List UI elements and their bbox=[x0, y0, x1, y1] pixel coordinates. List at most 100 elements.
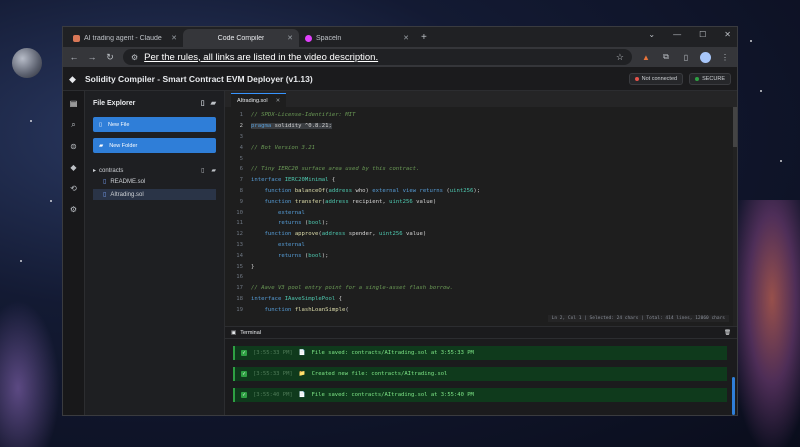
address-bar: ← → ↻ ⚙ Per the rules, all links are lis… bbox=[63, 47, 737, 67]
code-line: 6// Tiny IERC20 surface area used by thi… bbox=[239, 166, 420, 173]
entry-message: Created new file: contracts/AItrading.so… bbox=[311, 371, 448, 377]
background-star bbox=[30, 120, 32, 122]
close-icon[interactable]: ✕ bbox=[171, 34, 177, 42]
file-label: README.sol bbox=[110, 178, 146, 185]
profile-avatar[interactable] bbox=[700, 51, 711, 63]
code-line: 8 function balanceOf(address who) extern… bbox=[239, 187, 481, 194]
new-folder-label: New Folder bbox=[109, 142, 138, 149]
folder-icon: 📁 bbox=[298, 371, 306, 377]
extensions-puzzle-icon[interactable]: ⧉ bbox=[660, 52, 672, 62]
code-line: 4// Bot Version 3.21 bbox=[239, 144, 315, 151]
background-star bbox=[750, 40, 752, 42]
entry-message: File saved: contracts/AItrading.sol at 3… bbox=[311, 392, 474, 398]
app-main: ▤ ⌕ ⊜ ◆ ⟲ ⚙ File Explorer ▯ ▰ ▯ New File… bbox=[63, 91, 737, 415]
url-text[interactable]: Per the rules, all links are listed in t… bbox=[144, 52, 610, 63]
entry-time: [3:55:33 PM] bbox=[253, 350, 293, 356]
trash-icon[interactable]: 🗑 bbox=[724, 330, 731, 336]
new-tab-button[interactable]: + bbox=[421, 29, 427, 47]
new-file-button[interactable]: ▯ New File bbox=[93, 117, 216, 132]
check-icon: ✓ bbox=[241, 350, 247, 356]
file-aitrading[interactable]: ▯ AItrading.sol bbox=[93, 189, 216, 200]
editor-tab-aitrading[interactable]: AItrading.sol ✕ bbox=[231, 93, 287, 107]
tab-label: Spaceln bbox=[316, 34, 342, 42]
maximize-icon[interactable]: ☐ bbox=[699, 30, 706, 39]
code-line: 12 function approve(address spender, uin… bbox=[236, 231, 427, 238]
folder-contracts[interactable]: ▸ contracts ▯ ▰ bbox=[93, 167, 216, 175]
sidepanel-icon[interactable]: ▯ bbox=[680, 53, 692, 62]
menu-kebab-icon[interactable]: ⋮ bbox=[719, 53, 731, 62]
file-icon: ▯ bbox=[103, 179, 107, 185]
terminal-entry: ✓ [3:55:33 PM] 📁 Created new file: contr… bbox=[233, 367, 727, 381]
extension-icon[interactable]: ▲ bbox=[640, 53, 652, 62]
editor-status: Ln 2, Col 1 | Selected: 24 chars | Total… bbox=[547, 315, 729, 322]
minimize-icon[interactable]: — bbox=[673, 30, 681, 39]
explorer-header: File Explorer ▯ ▰ bbox=[93, 99, 216, 108]
activity-bar: ▤ ⌕ ⊜ ◆ ⟲ ⚙ bbox=[63, 91, 85, 415]
entry-time: [3:55:33 PM] bbox=[253, 371, 293, 377]
status-dot-icon bbox=[695, 76, 700, 81]
code-line: 17// Aave V3 pool entry point for a sing… bbox=[236, 285, 454, 292]
secure-status-text: SECURE bbox=[702, 75, 725, 82]
entry-message: File saved: contracts/AItrading.sol at 3… bbox=[311, 350, 474, 356]
new-file-icon[interactable]: ▯ bbox=[201, 167, 204, 174]
files-icon[interactable]: ▤ bbox=[67, 99, 81, 108]
new-folder-icon[interactable]: ▰ bbox=[211, 99, 216, 107]
folder-icon: ▸ bbox=[93, 168, 97, 174]
back-icon[interactable]: ← bbox=[69, 52, 79, 62]
url-bar[interactable]: ⚙ Per the rules, all links are listed in… bbox=[123, 49, 632, 65]
connection-status-badge[interactable]: Not connected bbox=[628, 72, 684, 85]
new-folder-button[interactable]: ▰ New Folder bbox=[93, 138, 216, 153]
code-line: 3 bbox=[239, 133, 243, 140]
browser-tab-claude[interactable]: AI trading agent - Claude ✕ bbox=[67, 29, 183, 47]
code-line: 19 function flashLoanSimple( bbox=[236, 306, 349, 313]
compile-icon[interactable]: ⊜ bbox=[67, 142, 81, 151]
code-editor[interactable]: 1// SPDX-License-Identifier: MIT 2 pragma… bbox=[225, 107, 737, 326]
secure-status-badge: SECURE bbox=[689, 72, 731, 85]
window-controls: ⌄ — ☐ ✕ bbox=[648, 30, 731, 39]
check-icon: ✓ bbox=[241, 392, 247, 398]
search-icon[interactable]: ⌕ bbox=[67, 120, 81, 130]
app-header: ◆ Solidity Compiler - Smart Contract EVM… bbox=[63, 67, 737, 91]
new-file-icon[interactable]: ▯ bbox=[201, 99, 205, 107]
new-file-label: New File bbox=[108, 121, 130, 128]
status-dot-icon bbox=[634, 76, 639, 81]
code-line: 10 external bbox=[236, 209, 305, 216]
entry-time: [3:55:40 PM] bbox=[253, 392, 293, 398]
background-nebula bbox=[0, 300, 60, 447]
close-icon[interactable]: ✕ bbox=[287, 34, 293, 42]
document-icon: 📄 bbox=[298, 350, 306, 356]
new-folder-icon[interactable]: ▰ bbox=[211, 167, 216, 174]
site-info-icon[interactable]: ⚙ bbox=[131, 53, 138, 62]
background-nebula bbox=[730, 200, 800, 447]
file-readme[interactable]: ▯ README.sol bbox=[93, 176, 216, 187]
bookmark-star-icon[interactable]: ☆ bbox=[616, 52, 624, 63]
favicon-icon bbox=[305, 34, 312, 42]
browser-tab-spaceln[interactable]: Spaceln ✕ bbox=[299, 29, 415, 47]
browser-tab-code-compiler[interactable]: Code Compiler ✕ bbox=[183, 29, 299, 47]
code-line: 13 external bbox=[236, 241, 305, 248]
document-icon: 📄 bbox=[298, 392, 306, 398]
ethereum-icon[interactable]: ◆ bbox=[67, 163, 81, 172]
terminal-icon: ▣ bbox=[231, 329, 237, 336]
check-icon: ✓ bbox=[241, 371, 247, 377]
forward-icon[interactable]: → bbox=[87, 52, 97, 62]
code-line: 1// SPDX-License-Identifier: MIT bbox=[239, 112, 356, 119]
reload-icon[interactable]: ↻ bbox=[105, 52, 115, 63]
close-icon[interactable]: ✕ bbox=[403, 34, 409, 42]
code-line: 18 interface IAaveSimplePool { bbox=[236, 295, 342, 302]
terminal-header: ▣ Terminal 🗑 bbox=[225, 327, 737, 339]
settings-gear-icon[interactable]: ⚙ bbox=[67, 205, 81, 214]
close-window-icon[interactable]: ✕ bbox=[724, 30, 731, 39]
background-star bbox=[50, 200, 52, 202]
background-star bbox=[780, 160, 782, 162]
tab-strip: AI trading agent - Claude ✕ Code Compile… bbox=[63, 27, 737, 47]
terminal-scrollbar[interactable] bbox=[732, 377, 735, 415]
code-line: 5 bbox=[239, 155, 243, 162]
app-title: Solidity Compiler - Smart Contract EVM D… bbox=[85, 73, 313, 84]
editor-scrollbar[interactable] bbox=[733, 107, 737, 326]
close-icon[interactable]: ✕ bbox=[276, 98, 281, 104]
app-logo-icon: ◆ bbox=[69, 73, 76, 84]
tab-search-icon[interactable]: ⌄ bbox=[648, 30, 655, 39]
plugin-icon[interactable]: ⟲ bbox=[67, 184, 81, 193]
browser-window: AI trading agent - Claude ✕ Code Compile… bbox=[62, 26, 738, 416]
